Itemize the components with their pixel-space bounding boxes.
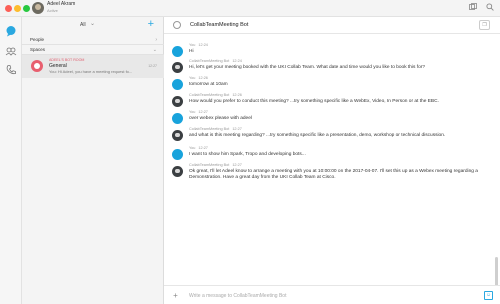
message-meta: CollabTeamMeeting Bot 12:27 (189, 127, 242, 131)
message-time: 12:26 (232, 93, 242, 97)
message-meta: You 12:26 (189, 76, 208, 80)
plus-icon[interactable]: + (148, 18, 154, 30)
composer: + ☺ (164, 285, 500, 304)
conversation-list: All ⌄ + People › Spaces ⌄ ADEEL'S BOT RO… (22, 17, 164, 304)
section-people-label: People (30, 37, 45, 42)
message-time: 12:27 (232, 163, 242, 167)
minimize-window-button[interactable] (14, 5, 21, 12)
avatar (172, 166, 183, 177)
message-text: Hi (189, 49, 194, 54)
section-spaces[interactable]: Spaces ⌄ (22, 45, 164, 55)
chevron-down-icon: ⌄ (90, 21, 96, 27)
avatar (172, 96, 183, 107)
avatar (172, 130, 183, 141)
phone-icon[interactable] (5, 63, 17, 75)
chevron-right-icon: › (155, 37, 157, 43)
message-text: I want to show him Spark, Tropo and deve… (189, 152, 306, 157)
list-item[interactable]: ADEEL'S BOT ROOM General You: Hi Adeel, … (22, 55, 164, 78)
message-sender: CollabTeamMeeting Bot (189, 59, 230, 63)
message-text: tomorrow at 10am (189, 82, 228, 87)
plus-icon[interactable]: + (171, 291, 180, 300)
avatar (172, 149, 183, 160)
nav-rail (0, 17, 22, 304)
chevron-down-icon: ⌄ (152, 47, 157, 53)
space-preview: You: Hi Adeel, you have a meeting reques… (49, 69, 133, 74)
close-window-button[interactable] (5, 5, 12, 12)
user-name[interactable]: Adeel Akram (47, 1, 75, 7)
message-sender: You (189, 146, 196, 150)
message-sender: CollabTeamMeeting Bot (189, 93, 230, 97)
user-status: Active (47, 8, 58, 13)
emoji-icon[interactable]: ☺ (484, 291, 493, 300)
avatar[interactable] (32, 2, 44, 14)
chat-header: CollabTeamMeeting Bot ❐ (164, 17, 500, 34)
filter-dropdown[interactable]: All ⌄ (22, 17, 164, 33)
avatar (172, 79, 183, 90)
message-sender: CollabTeamMeeting Bot (189, 163, 230, 167)
avatar (172, 62, 183, 73)
message-meta: You 12:24 (189, 43, 208, 47)
message-time: 12:27 (198, 146, 208, 150)
message-sender: You (189, 76, 196, 80)
section-people[interactable]: People › (22, 35, 164, 45)
message-icon[interactable] (5, 24, 17, 37)
search-icon[interactable] (485, 3, 495, 13)
message-meta: You 12:27 (189, 146, 208, 150)
message-time: 12:24 (198, 43, 208, 47)
meetings-icon[interactable] (5, 44, 17, 56)
avatar (31, 60, 43, 72)
message-meta: CollabTeamMeeting Bot 12:26 (189, 93, 242, 97)
message-meta: CollabTeamMeeting Bot 12:27 (189, 163, 242, 167)
expand-icon[interactable]: ❐ (479, 20, 490, 30)
page-title: CollabTeamMeeting Bot (190, 22, 249, 28)
message-time: 12:27 (198, 110, 208, 114)
space-info-icon[interactable] (173, 21, 181, 29)
space-tag: ADEEL'S BOT ROOM (49, 58, 85, 62)
message-text: Hi, let's get your meeting booked with t… (189, 65, 425, 70)
message-meta: You 12:27 (189, 110, 208, 114)
message-time: 12:24 (232, 59, 242, 63)
section-spaces-label: Spaces (30, 47, 46, 52)
contacts-icon[interactable] (468, 3, 478, 13)
filter-label: All (80, 22, 86, 28)
message-time: 12:27 (232, 127, 242, 131)
message-text: and what is this meeting regarding? ...t… (189, 133, 446, 138)
title-bar: Adeel Akram Active (0, 0, 500, 17)
app-window: Adeel Akram Active All ⌄ + People › Spac… (0, 0, 500, 304)
message-meta: CollabTeamMeeting Bot 12:24 (189, 59, 242, 63)
message-sender: CollabTeamMeeting Bot (189, 127, 230, 131)
message-text: How would you prefer to conduct this mee… (189, 99, 439, 104)
space-time: 12:27 (148, 64, 157, 68)
maximize-window-button[interactable] (23, 5, 30, 12)
message-sender: You (189, 43, 196, 47)
avatar (172, 46, 183, 57)
message-input[interactable] (189, 290, 474, 301)
message-time: 12:26 (198, 76, 208, 80)
message-text: over webex please with adeel (189, 116, 252, 121)
avatar (172, 113, 183, 124)
chat-panel: CollabTeamMeeting Bot ❐ You 12:24 Hi Coll… (164, 17, 500, 304)
message-text: Ok great, I'll let Adeel know to arrange… (189, 169, 478, 181)
message-sender: You (189, 110, 196, 114)
